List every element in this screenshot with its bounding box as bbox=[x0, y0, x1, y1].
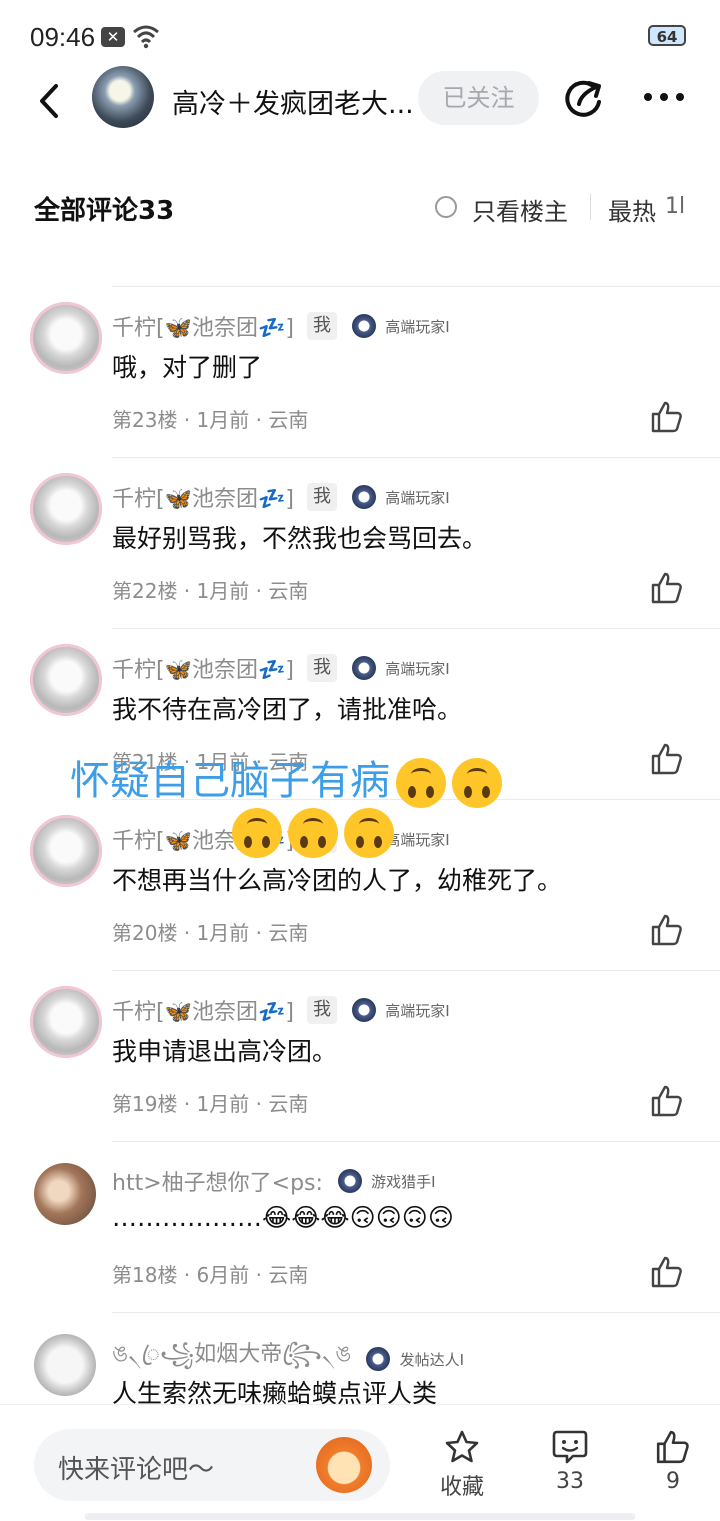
level-name: 高端玩家I bbox=[385, 488, 450, 507]
star-icon bbox=[445, 1430, 479, 1463]
comment-text: 我申请退出高冷团。 bbox=[112, 1037, 338, 1066]
avatar[interactable] bbox=[30, 473, 102, 545]
comment-text: 我不待在高冷团了，请批准哈。 bbox=[112, 695, 463, 724]
comment-item[interactable]: 千柠[🦋池奈团💤] 我 高端玩家I 最好别骂我，不然我也会骂回去。 第22楼 ·… bbox=[0, 457, 720, 628]
comment-item[interactable]: htt>柚子想你了<ps: 游戏猎手I ………………😂😂😂🙃🙃🙃🙃 第18楼 ·… bbox=[0, 1141, 720, 1312]
like-button[interactable]: 9 bbox=[638, 1429, 708, 1494]
username[interactable]: 千柠[🦋池奈团💤] bbox=[112, 316, 294, 341]
radio-icon[interactable] bbox=[435, 196, 457, 218]
comment-meta: 第20楼 · 1月前 · 云南 bbox=[112, 921, 309, 945]
bottom-action-bar: 快来评论吧～ 收藏 33 9 bbox=[0, 1404, 720, 1521]
overlay-emoji-row bbox=[226, 808, 394, 858]
level-name: 高端玩家I bbox=[385, 1001, 450, 1020]
only-op-toggle[interactable]: 只看楼主 bbox=[472, 192, 568, 227]
home-indicator[interactable] bbox=[85, 1513, 635, 1520]
divider bbox=[112, 1141, 720, 1142]
thumbs-up-icon[interactable] bbox=[650, 1084, 684, 1118]
level-badge-icon bbox=[352, 998, 377, 1022]
divider bbox=[112, 457, 720, 458]
battery-icon: 64 bbox=[648, 25, 686, 46]
avatar[interactable] bbox=[34, 1334, 96, 1396]
more-icon[interactable] bbox=[640, 82, 688, 112]
level-name: 发帖达人I bbox=[399, 1350, 464, 1369]
post-header: 高冷＋发疯团老大... 已关注 bbox=[0, 60, 720, 140]
upside-down-face-icon bbox=[232, 808, 282, 858]
upside-down-face-icon bbox=[396, 758, 446, 808]
collect-label: 收藏 bbox=[439, 1475, 484, 1500]
divider bbox=[112, 628, 720, 629]
me-tag: 我 bbox=[307, 654, 338, 682]
comment-meta: 第19楼 · 1月前 · 云南 bbox=[112, 1092, 309, 1116]
avatar[interactable] bbox=[30, 815, 102, 887]
overlay-text: 怀疑自己脑子有病 bbox=[70, 758, 390, 804]
notification-x-icon: ✕ bbox=[101, 27, 125, 47]
like-count: 9 bbox=[666, 1469, 680, 1494]
level-name: 高端玩家I bbox=[385, 830, 450, 849]
avatar[interactable] bbox=[30, 986, 102, 1058]
status-time: 09:46 bbox=[30, 22, 96, 52]
divider bbox=[112, 286, 720, 287]
comment-text: 最好别骂我，不然我也会骂回去。 bbox=[112, 524, 488, 553]
avatar[interactable] bbox=[34, 1163, 96, 1225]
divider bbox=[112, 1312, 720, 1313]
username[interactable]: ঙ৲ꦿ꧁如烟大帝꧂ꦿ৲ঙ bbox=[112, 1342, 351, 1367]
username[interactable]: 千柠[🦋池奈团💤] bbox=[112, 658, 294, 683]
wifi-icon bbox=[133, 25, 159, 49]
comment-meta: 第18楼 · 6月前 · 云南 bbox=[112, 1263, 309, 1287]
upside-down-face-icon bbox=[344, 808, 394, 858]
divider bbox=[112, 970, 720, 971]
level-badge-icon bbox=[338, 1169, 362, 1193]
author-avatar[interactable] bbox=[92, 66, 154, 128]
upside-down-face-icon bbox=[452, 758, 502, 808]
me-tag: 我 bbox=[307, 996, 338, 1024]
back-arrow-icon[interactable] bbox=[32, 80, 68, 122]
upside-down-face-icon bbox=[288, 808, 338, 858]
username[interactable]: 千柠[🦋池奈团💤] bbox=[112, 487, 294, 512]
sort-hot-button[interactable]: 最热 bbox=[608, 192, 656, 227]
divider bbox=[590, 194, 591, 220]
thumbs-up-icon[interactable] bbox=[650, 742, 684, 776]
author-name[interactable]: 高冷＋发疯团老大... bbox=[172, 82, 414, 121]
follow-button[interactable]: 已关注 bbox=[418, 71, 539, 125]
thumbs-up-icon[interactable] bbox=[650, 913, 684, 947]
comment-count: 33 bbox=[556, 1469, 584, 1494]
avatar[interactable] bbox=[30, 302, 102, 374]
mascot-emoji-icon[interactable] bbox=[316, 1437, 372, 1493]
comment-text: 哦，对了删了 bbox=[112, 353, 263, 382]
comments-count-title: 全部评论33 bbox=[34, 196, 175, 226]
comment-text: ………………😂😂😂🙃🙃🙃🙃 bbox=[112, 1203, 454, 1232]
level-name: 高端玩家I bbox=[385, 659, 450, 678]
level-badge-icon bbox=[352, 485, 377, 509]
thumbs-up-icon[interactable] bbox=[650, 400, 684, 434]
thumbs-up-icon[interactable] bbox=[650, 1255, 684, 1289]
username[interactable]: htt>柚子想你了<ps: bbox=[112, 1171, 323, 1196]
level-name: 游戏猎手I bbox=[371, 1172, 436, 1191]
level-badge-icon bbox=[366, 1347, 391, 1371]
thumbs-up-icon[interactable] bbox=[650, 571, 684, 605]
me-tag: 我 bbox=[307, 312, 338, 340]
sort-icon[interactable]: 1l bbox=[665, 194, 685, 219]
share-icon[interactable] bbox=[563, 78, 605, 120]
comment-item[interactable]: 千柠[🦋池奈团💤] 我 高端玩家I 我申请退出高冷团。 第19楼 · 1月前 ·… bbox=[0, 970, 720, 1141]
me-tag: 我 bbox=[307, 483, 338, 511]
username[interactable]: 千柠[🦋池奈团💤] bbox=[112, 1000, 294, 1025]
comments-button[interactable]: 33 bbox=[535, 1429, 605, 1494]
level-badge-icon bbox=[352, 314, 377, 338]
comments-toolbar: 全部评论33 只看楼主 最热 1l bbox=[0, 180, 720, 240]
collect-button[interactable]: 收藏 bbox=[427, 1429, 497, 1501]
comment-input[interactable]: 快来评论吧～ bbox=[34, 1429, 390, 1501]
thumbs-up-icon bbox=[656, 1430, 689, 1464]
comment-bubble-icon bbox=[552, 1430, 588, 1464]
comment-meta: 第23楼 · 1月前 · 云南 bbox=[112, 408, 309, 432]
avatar[interactable] bbox=[30, 644, 102, 716]
level-badge-icon bbox=[352, 656, 377, 680]
comment-text: 不想再当什么高冷团的人了，幼稚死了。 bbox=[112, 866, 563, 895]
comment-input-placeholder: 快来评论吧～ bbox=[58, 1455, 215, 1485]
comment-item[interactable]: 千柠[🦋池奈团💤] 我 高端玩家I 哦，对了删了 第23楼 · 1月前 · 云南 bbox=[0, 286, 720, 457]
comment-meta: 第22楼 · 1月前 · 云南 bbox=[112, 579, 309, 603]
overlay-annotation: 怀疑自己脑子有病 bbox=[70, 748, 502, 808]
level-name: 高端玩家I bbox=[385, 317, 450, 336]
